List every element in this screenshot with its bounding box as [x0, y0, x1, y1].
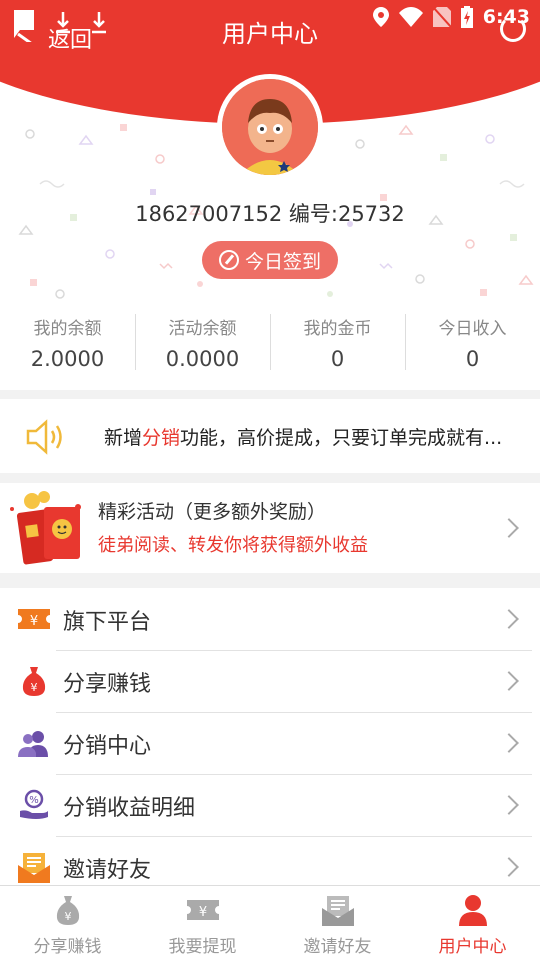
chevron-right-icon	[499, 609, 519, 629]
yen-ticket-icon: ¥	[18, 609, 50, 629]
user-icon	[458, 895, 487, 926]
location-icon	[372, 7, 389, 27]
menu-list: ¥ 旗下平台 ¥ 分享赚钱 分销中心 % 分销收益明细 邀请好友	[0, 588, 540, 898]
menu-item-earnings-detail[interactable]: % 分销收益明细	[0, 774, 540, 836]
tab-invite[interactable]: 邀请好友	[270, 886, 405, 961]
menu-label: 旗下平台	[63, 610, 152, 635]
user-info: 18627007152 编号:25732	[0, 198, 540, 228]
stat-label: 活动余额	[168, 319, 237, 339]
stat-balance[interactable]: 我的余额 2.0000	[0, 308, 135, 374]
chevron-right-icon	[499, 518, 519, 538]
activity-title: 精彩活动（更多额外奖励）	[98, 501, 327, 523]
yen-ticket-icon: ¥	[186, 900, 219, 920]
svg-text:¥: ¥	[31, 681, 38, 694]
profile-section: 18627007152 编号:25732 今日签到 我的余额 2.0000 活动…	[0, 64, 540, 390]
red-envelope-icon	[10, 491, 81, 565]
battery-icon	[460, 6, 473, 28]
tab-user-center[interactable]: 用户中心	[405, 886, 540, 961]
wifi-icon	[398, 7, 423, 27]
percent-hand-icon: %	[20, 789, 48, 819]
svg-text:¥: ¥	[64, 910, 71, 923]
notice-text: 新增分销功能，高价提成，只要订单完成就有...	[104, 423, 536, 450]
chevron-right-icon	[499, 795, 519, 815]
stat-today-income[interactable]: 今日收入 0	[405, 308, 540, 374]
envelope-icon	[321, 896, 354, 926]
avatar-icon	[222, 79, 318, 175]
no-sim-icon	[432, 7, 451, 27]
stat-coins[interactable]: 我的金币 0	[270, 308, 405, 374]
pencil-icon	[218, 250, 239, 270]
activity-subtitle: 徒弟阅读、转发你将获得额外收益	[98, 535, 368, 556]
stat-value: 0.0000	[165, 347, 240, 371]
stat-activity-balance[interactable]: 活动余额 0.0000	[135, 308, 270, 374]
refresh-icon[interactable]	[500, 16, 526, 42]
money-bag-icon: ¥	[22, 667, 46, 696]
menu-label: 分销收益明细	[63, 796, 196, 821]
stat-label: 我的余额	[33, 319, 102, 339]
menu-label: 邀请好友	[63, 858, 152, 883]
stats-row: 我的余额 2.0000 活动余额 0.0000 我的金币 0 今日收入 0	[0, 308, 540, 374]
svg-text:%: %	[29, 795, 39, 806]
avatar-image	[222, 79, 318, 175]
svg-text:¥: ¥	[198, 905, 206, 920]
tab-label: 邀请好友	[303, 937, 372, 957]
svg-text:¥: ¥	[30, 614, 38, 629]
notice-bar[interactable]: 新增分销功能，高价提成，只要订单完成就有...	[0, 399, 540, 473]
app-header: 返回 用户中心 6:43	[0, 0, 540, 64]
notice-suffix: 功能，高价提成，只要订单完成就有...	[180, 427, 503, 449]
checkin-label: 今日签到	[244, 250, 321, 273]
stat-label: 今日收入	[438, 319, 507, 339]
menu-item-platforms[interactable]: ¥ 旗下平台	[0, 588, 540, 650]
tab-label: 用户中心	[438, 937, 507, 957]
notice-highlight: 分销	[142, 427, 181, 449]
menu-label: 分销中心	[63, 734, 152, 759]
checkin-button[interactable]: 今日签到	[202, 241, 338, 279]
tab-withdraw[interactable]: ¥ 我要提现	[135, 886, 270, 961]
avatar[interactable]	[217, 74, 323, 180]
money-bag-icon: ¥	[56, 896, 79, 925]
menu-item-distribution-center[interactable]: 分销中心	[0, 712, 540, 774]
tab-share-earn[interactable]: ¥ 分享赚钱	[0, 886, 135, 961]
chevron-right-icon	[499, 671, 519, 691]
users-icon	[18, 731, 48, 757]
chevron-right-icon	[499, 857, 519, 877]
chevron-right-icon	[499, 733, 519, 753]
menu-item-share-earn[interactable]: ¥ 分享赚钱	[0, 650, 540, 712]
tab-label: 我要提现	[168, 937, 237, 957]
activity-banner[interactable]: 精彩活动（更多额外奖励） 徒弟阅读、转发你将获得额外收益	[0, 483, 540, 573]
tab-label: 分享赚钱	[33, 937, 102, 957]
speaker-icon	[26, 419, 62, 455]
user-phone: 18627007152	[135, 202, 283, 226]
stat-value: 0	[330, 347, 345, 371]
stat-value: 2.0000	[30, 347, 105, 371]
envelope-icon	[18, 853, 50, 883]
stat-label: 我的金币	[303, 319, 372, 339]
stat-value: 0	[465, 347, 480, 371]
menu-label: 分享赚钱	[63, 672, 152, 697]
user-id: 编号:25732	[288, 202, 405, 226]
notice-prefix: 新增	[104, 427, 143, 449]
bottom-tab-bar: ¥ 分享赚钱 ¥ 我要提现 邀请好友 用户中心	[0, 885, 540, 961]
